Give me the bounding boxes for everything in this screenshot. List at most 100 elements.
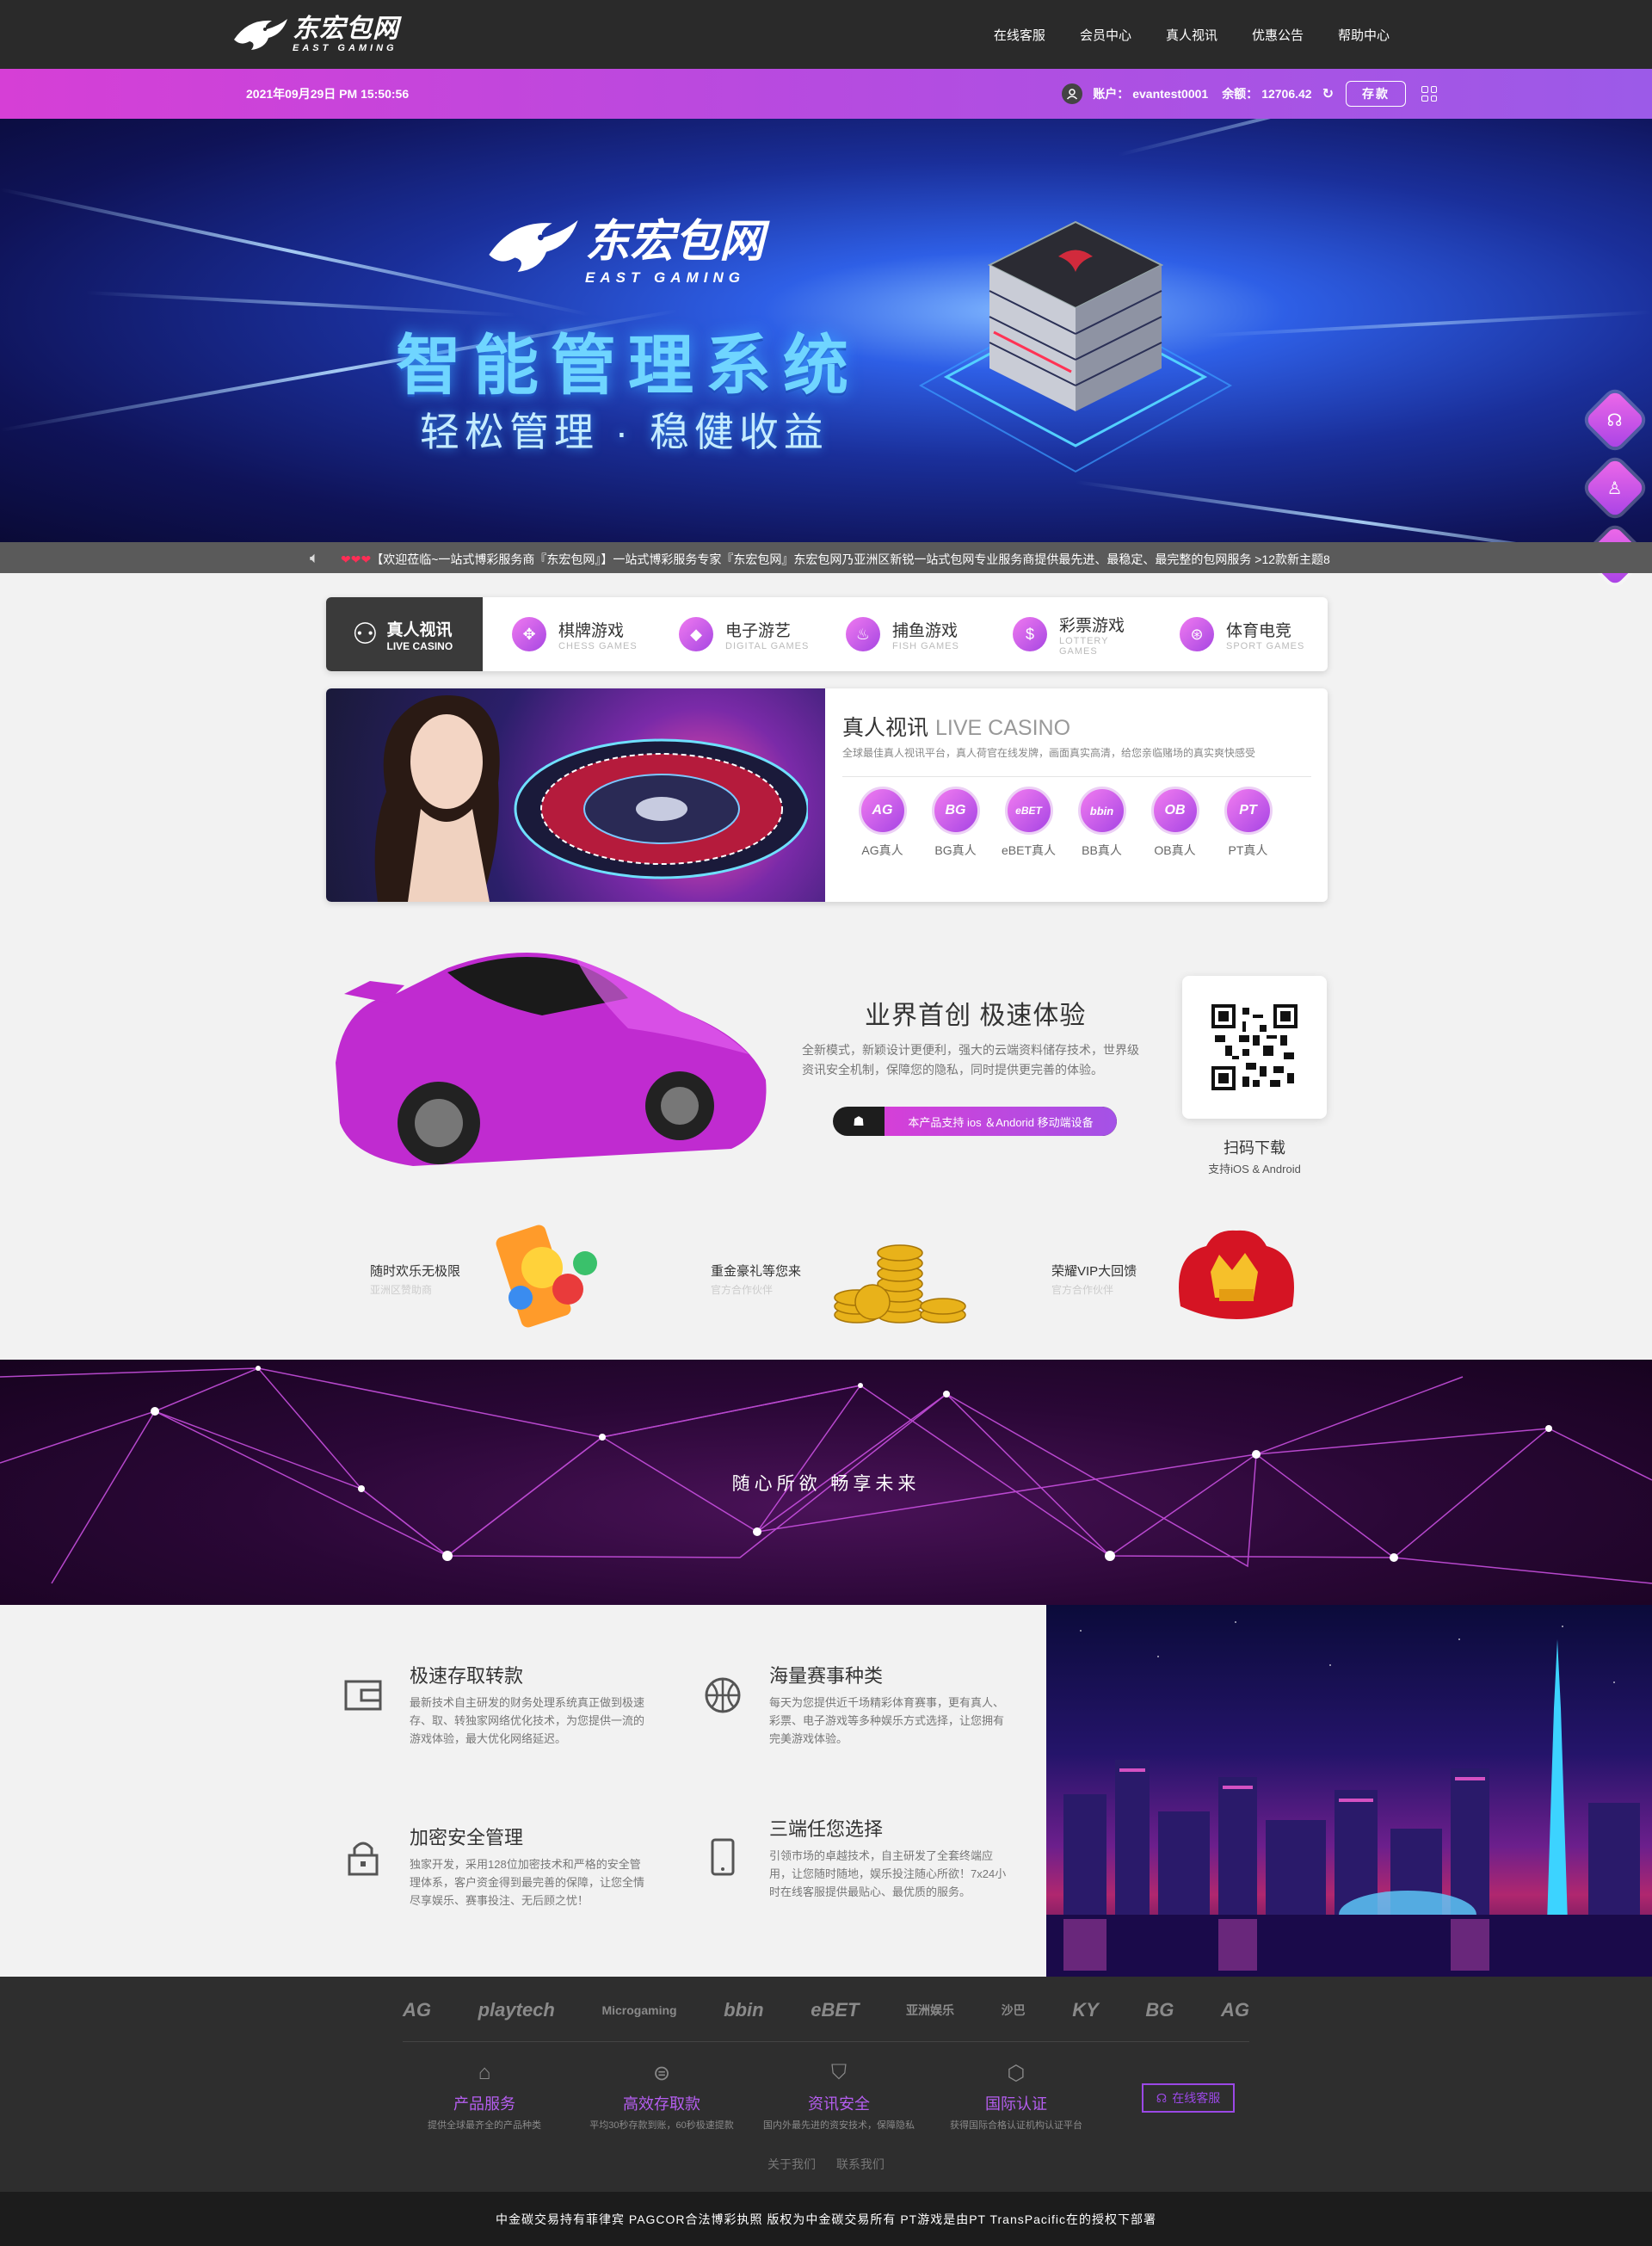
feature-item: 重金豪礼等您来 官方合作伙伴 [711, 1220, 1055, 1329]
tab-chess-games[interactable]: ✥ 棋牌游戏 CHESS GAMES [483, 617, 650, 651]
refresh-icon[interactable]: ↻ [1322, 85, 1334, 102]
partner-logo-bbin: bbin [724, 1999, 764, 2021]
nav-member-center[interactable]: 会员中心 [1080, 26, 1131, 44]
provider-ob[interactable]: OB OB真人 [1138, 787, 1211, 859]
tab-lottery-games[interactable]: $ 彩票游戏 LOTTERY GAMES [983, 613, 1150, 657]
feature-title: 荣耀VIP大回馈 [1051, 1264, 1137, 1279]
tab-fish-games[interactable]: ♨ 捕鱼游戏 FISH GAMES [817, 617, 983, 651]
tab-label-en: LOTTERY GAMES [1058, 635, 1109, 657]
partner-logo-ag: AG [403, 1999, 431, 2021]
gift-icon: ⌂ [478, 2061, 491, 2084]
basketball-icon: ⊛ [1180, 617, 1214, 651]
headset-icon: ☊ [1156, 2090, 1168, 2105]
account-status-bar: 2021年09月29日 PM 15:50:56 账户： evantest0001… [0, 69, 1652, 119]
copyright-bar: 中金碳交易持有菲律宾 PAGCOR合法博彩执照 版权为中金碳交易所有 PT游戏是… [0, 2192, 1652, 2246]
advantage-title: 三端任您选择 [769, 1818, 884, 1840]
app-section-title: 业界首创 极速体验 [865, 1002, 1087, 1030]
tab-label: 体育电竞 [1226, 621, 1292, 640]
feature-title: 随时欢乐无极限 [370, 1264, 461, 1279]
user-icon: ♙ [1607, 478, 1623, 498]
app-download-label: 本产品支持 ios ＆Andorid 移动端设备 [885, 1107, 1117, 1136]
cs-label: 在线客服 [1172, 2091, 1221, 2105]
tab-live-casino[interactable]: ⚇ 真人视讯 LIVE CASINO [326, 597, 483, 671]
banner-logo: 东宏包网 EAST GAMING [482, 205, 764, 287]
ticker-text-wrapper[interactable]: ❤❤❤【欢迎莅临~一站式博彩服务商『东宏包网』】一站式博彩服务专家『东宏包网』东… [341, 551, 1344, 568]
top-header: 东宏包网 EAST GAMING 在线客服 会员中心 真人视讯 优惠公告 帮助中… [0, 0, 1652, 69]
app-section-description: 全新模式，新颖设计更便利，强大的云端资料储存技术，世界级资讯安全机制，保障您的隐… [802, 1043, 1139, 1077]
link-about-us[interactable]: 关于我们 [767, 2157, 816, 2171]
partner-logo-playtech: playtech [478, 1999, 555, 2021]
provider-pt[interactable]: PT PT真人 [1211, 787, 1285, 859]
feature-title: 重金豪礼等您来 [711, 1264, 802, 1279]
advantage-title: 极速存取转款 [410, 1665, 524, 1687]
advantage-desc: 最新技术自主研发的财务处理系统真正做到极速存、取、转独家网络优化技术，为您提供一… [410, 1696, 645, 1745]
tab-label: 电子游艺 [725, 621, 792, 640]
feature-subtitle: 亚洲区赞助商 [370, 1284, 433, 1296]
link-contact-us[interactable]: 联系我们 [836, 2157, 885, 2171]
partner-logo-bg: BG [1145, 1999, 1174, 2021]
logo-subtitle: EAST GAMING [293, 43, 398, 53]
current-datetime: 2021年09月29日 PM 15:50:56 [246, 87, 410, 101]
provider-label: BG真人 [934, 843, 977, 857]
qr-code[interactable] [1182, 976, 1327, 1119]
provider-bb[interactable]: bbin BB真人 [1065, 787, 1138, 859]
provider-ag[interactable]: AG AG真人 [846, 787, 919, 859]
diamond-icon: ◆ [679, 617, 713, 651]
nav-live-casino[interactable]: 真人视讯 [1166, 26, 1217, 44]
provider-label: eBET真人 [1001, 843, 1056, 857]
network-banner-text: 随心所欲 畅享未来 [731, 1474, 921, 1494]
provider-logo: BG [931, 787, 980, 835]
footer-feature-title: 国际认证 [985, 2095, 1047, 2113]
tab-sport-games[interactable]: ⊛ 体育电竞 SPORT GAMES [1150, 617, 1317, 651]
vip-crown-illustration [1179, 1230, 1294, 1319]
network-banner: 随心所欲 畅享未来 [0, 1360, 1652, 1605]
provider-logo: OB [1150, 787, 1199, 835]
partner-logo-saba: 沙巴 [1001, 2003, 1026, 2017]
footer-feature-desc: 平均30秒存款到账，60秒极速提款 [589, 2120, 734, 2131]
hero-banner: 东宏包网 EAST GAMING 智能管理系统 轻松管理 · 稳健收益 [0, 119, 1652, 546]
balance-value: 12706.42 [1261, 87, 1312, 101]
deposit-button[interactable]: 存款 [1346, 81, 1406, 107]
dealer-woman-illustration [374, 695, 500, 902]
tab-digital-games[interactable]: ◆ 电子游艺 DIGITAL GAMES [650, 617, 817, 651]
partner-logos: AG playtech Microgaming bbin eBET 亚洲娱乐 沙… [403, 1994, 1249, 2027]
divider [403, 2041, 1249, 2042]
site-logo[interactable]: 东宏包网 EAST GAMING [231, 10, 428, 59]
app-download-button[interactable]: ☗ 本产品支持 ios ＆Andorid 移动端设备 [833, 1107, 1117, 1136]
headset-icon: ☊ [1607, 410, 1623, 430]
roulette-wheel-illustration [514, 738, 808, 879]
tab-label: 彩票游戏 [1058, 616, 1125, 635]
live-title-cn: 真人视讯 [842, 716, 929, 740]
tab-label-en: CHESS GAMES [558, 640, 638, 651]
footer-customer-service-button[interactable]: ☊ 在线客服 [1142, 2083, 1235, 2113]
provider-label: BB真人 [1082, 843, 1122, 857]
feature-item: 荣耀VIP大回馈 官方合作伙伴 [1051, 1220, 1396, 1329]
nav-promotions[interactable]: 优惠公告 [1252, 26, 1304, 44]
dollar-icon: $ [1013, 617, 1047, 651]
city-skyline-illustration [1046, 1621, 1652, 1977]
certificate-icon: ⬡ [1007, 2062, 1026, 2085]
server-chip-illustration [918, 220, 1233, 473]
live-provider-list: AG AG真人 BG BG真人 eBET eBET真人 bbin BB真人 OB OB真人… [846, 787, 1285, 859]
grid-menu-icon[interactable] [1421, 86, 1437, 102]
main-nav: 在线客服 会员中心 真人视讯 优惠公告 帮助中心 [959, 0, 1390, 69]
tab-label: 棋牌游戏 [558, 621, 625, 640]
nav-online-service[interactable]: 在线客服 [994, 26, 1045, 44]
fish-icon: ♨ [846, 617, 880, 651]
user-avatar-icon[interactable] [1062, 83, 1083, 104]
footer-feature-title: 高效存取款 [623, 2095, 700, 2113]
footer-feature-title: 资讯安全 [808, 2095, 870, 2113]
feature-subtitle: 官方合作伙伴 [1051, 1284, 1114, 1296]
advantage-desc: 每天为您提供近千场精彩体育赛事，更有真人、彩票、电子游戏等多种娱乐方式选择，让您… [769, 1696, 1005, 1745]
provider-bg[interactable]: BG BG真人 [919, 787, 992, 859]
banner-logo-title: 东宏包网 [585, 217, 765, 267]
lock-icon [348, 1842, 379, 1876]
tab-label-en: FISH GAMES [892, 640, 959, 651]
nav-help-center[interactable]: 帮助中心 [1338, 26, 1390, 44]
live-casino-user-icon: ⚇ [352, 618, 379, 651]
logo-title: 东宏包网 [293, 15, 399, 43]
footer-feature: ⬡ 国际认证 获得国际合格认证机构认证平台 [928, 2061, 1105, 2132]
tab-label-en: DIGITAL GAMES [725, 640, 810, 651]
footer-feature: ⊜ 高效存取款 平均30秒存款到账，60秒极速提款 [573, 2061, 750, 2132]
provider-ebet[interactable]: eBET eBET真人 [992, 787, 1065, 859]
